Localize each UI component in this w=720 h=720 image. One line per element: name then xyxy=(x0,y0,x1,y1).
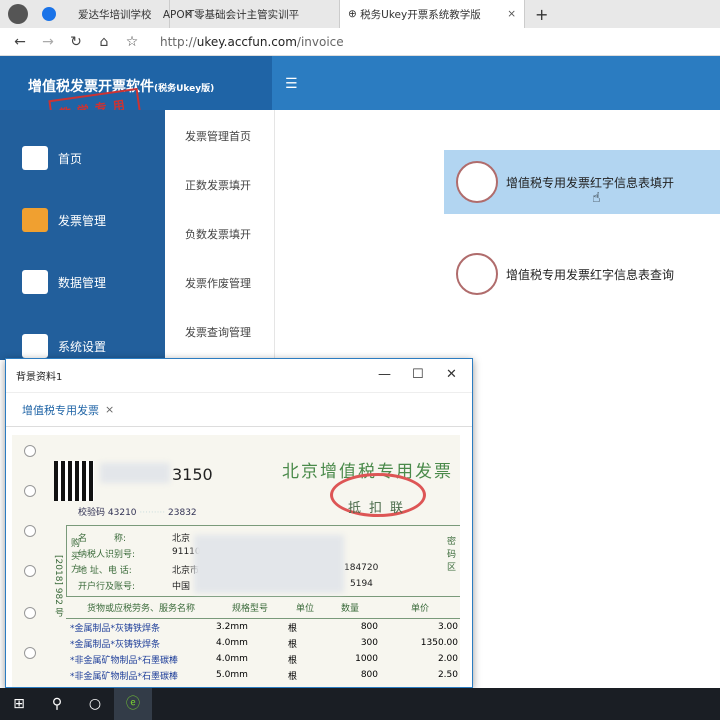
field-value: 5194 xyxy=(350,579,373,589)
punch-hole xyxy=(24,647,36,659)
submenu-item[interactable]: 发票作废管理 xyxy=(185,275,251,291)
field-label: 开户行及账号: xyxy=(78,582,136,592)
punch-hole xyxy=(24,445,36,457)
menu-toggle-icon[interactable]: ☰ xyxy=(285,76,298,92)
table-row: *金属制品*灰铸铁焊条 3.2mm 根 800 3.00 xyxy=(70,622,458,634)
favorites-icon[interactable]: ☆ xyxy=(124,34,140,50)
new-tab-button[interactable]: + xyxy=(535,5,548,24)
qr-code xyxy=(54,461,94,501)
maximize-icon[interactable]: ☐ xyxy=(412,367,424,382)
sidebar-item-data[interactable]: 数据管理 xyxy=(22,270,106,294)
punch-hole xyxy=(24,607,36,619)
taskbar: ⊞ ⚲ ○ ⓔ xyxy=(0,688,720,720)
address-bar: ← → ↻ ⌂ ☆ http://ukey.accfun.com/invoice xyxy=(0,28,720,56)
sliders-icon xyxy=(22,334,48,358)
invoice-number: 3150 xyxy=(172,465,213,484)
data-icon xyxy=(22,270,48,294)
punch-hole xyxy=(24,485,36,497)
tab-1[interactable]: 爱达华培训学校 xyxy=(70,0,170,28)
punch-hole xyxy=(24,565,36,577)
search-icon[interactable]: ⚲ xyxy=(38,696,76,712)
minimize-icon[interactable]: — xyxy=(378,367,391,382)
background-info-window: 背景资料1 — ☐ ✕ 增值税专用发票 × 3150 校验码 43210 ····… xyxy=(5,358,473,688)
app-header: 增值税发票开票软件(税务Ukey版) 教学专用 ☰ xyxy=(0,56,720,131)
redaction xyxy=(194,535,344,593)
code-area-label: 密码区 xyxy=(447,537,457,573)
clipboard-icon xyxy=(456,161,498,203)
submenu: 发票管理首页 正数发票填开 负数发票填开 发票作废管理 发票查询管理 xyxy=(165,110,275,360)
table-row: *金属制品*灰铸铁焊条 4.0mm 根 300 1350.00 xyxy=(70,638,458,650)
copy-label: 抵扣联 xyxy=(348,501,412,516)
windows-start-icon[interactable]: ⊞ xyxy=(0,696,38,712)
globe-icon: ⊕ xyxy=(348,8,361,20)
field-label: 名 称: xyxy=(78,534,127,544)
search-doc-icon xyxy=(456,253,498,295)
task-view-icon[interactable]: ○ xyxy=(76,696,114,712)
url-input[interactable]: http://ukey.accfun.com/invoice xyxy=(160,35,344,49)
items-table: 货物或应税劳务、服务名称 规格型号 单位 数量 单价 *金属制品*灰铸铁焊条 3.2mm 根… xyxy=(66,597,460,683)
field-label: 地 址、电 话: xyxy=(78,566,132,576)
redaction xyxy=(100,463,170,483)
table-row: *非金属矿物制品*石墨碳棒 5.0mm 根 800 2.50 xyxy=(70,670,458,682)
check-code: 校验码 43210 ········· 23832 xyxy=(78,508,197,518)
submenu-item[interactable]: 负数发票填开 xyxy=(185,226,251,242)
submenu-item[interactable]: 发票查询管理 xyxy=(185,324,251,340)
forward-icon[interactable]: → xyxy=(40,34,56,50)
field-value: 中国 xyxy=(172,582,191,592)
sidebar-item-settings[interactable]: 系统设置 xyxy=(22,334,106,358)
table-row: *非金属矿物制品*石墨碳棒 4.0mm 根 1000 2.00 xyxy=(70,654,458,666)
tab-3[interactable]: ⊕ 税务Ukey开票系统教学版 × xyxy=(340,0,525,28)
close-icon[interactable]: ✕ xyxy=(446,367,457,382)
tab-vat-invoice[interactable]: 增值税专用发票 × xyxy=(6,393,472,427)
close-icon[interactable]: × xyxy=(507,8,516,20)
side-text: [2018] 982 号 xyxy=(53,555,63,617)
field-label: 纳税人识别号: xyxy=(78,550,136,560)
close-icon[interactable]: × xyxy=(105,403,114,416)
invoice-image: 3150 校验码 43210 ········· 23832 北京增值税专用发票… xyxy=(12,435,460,687)
window-titlebar[interactable]: 背景资料1 — ☐ ✕ xyxy=(6,359,472,393)
submenu-item[interactable]: 发票管理首页 xyxy=(185,128,251,144)
submenu-item[interactable]: 正数发票填开 xyxy=(185,177,251,193)
reload-icon[interactable]: ↻ xyxy=(68,34,84,50)
sidebar: 首页 发票管理 数据管理 系统设置 xyxy=(0,110,165,360)
printer-icon xyxy=(22,208,48,232)
field-value: 184720 xyxy=(344,563,379,573)
field-value: 北京 xyxy=(172,534,191,544)
home-icon[interactable]: ⌂ xyxy=(96,34,112,50)
sidebar-item-invoice[interactable]: 发票管理 xyxy=(22,208,106,232)
table-header: 货物或应税劳务、服务名称 规格型号 单位 数量 单价 xyxy=(66,597,460,619)
pinned-tab-icon[interactable] xyxy=(42,7,56,21)
browser-tab-bar: 爱达华培训学校 × APOIT零基础会计主管实训平 ⊕ 税务Ukey开票系统教学版… xyxy=(0,0,720,28)
red-info-query-card[interactable]: 增值税专用发票红字信息表查询 xyxy=(444,242,720,306)
hand-cursor-icon: ☝ xyxy=(592,190,601,206)
red-info-fill-card[interactable]: 增值税专用发票红字信息表填开 xyxy=(444,150,720,214)
sidebar-item-home[interactable]: 首页 xyxy=(22,146,82,170)
tab-2[interactable]: × APOIT零基础会计主管实训平 xyxy=(163,0,340,28)
punch-hole xyxy=(24,525,36,537)
browser-taskbar-icon[interactable]: ⓔ xyxy=(114,688,152,720)
home-icon xyxy=(22,146,48,170)
back-icon[interactable]: ← xyxy=(12,34,28,50)
profile-avatar[interactable] xyxy=(8,4,28,24)
